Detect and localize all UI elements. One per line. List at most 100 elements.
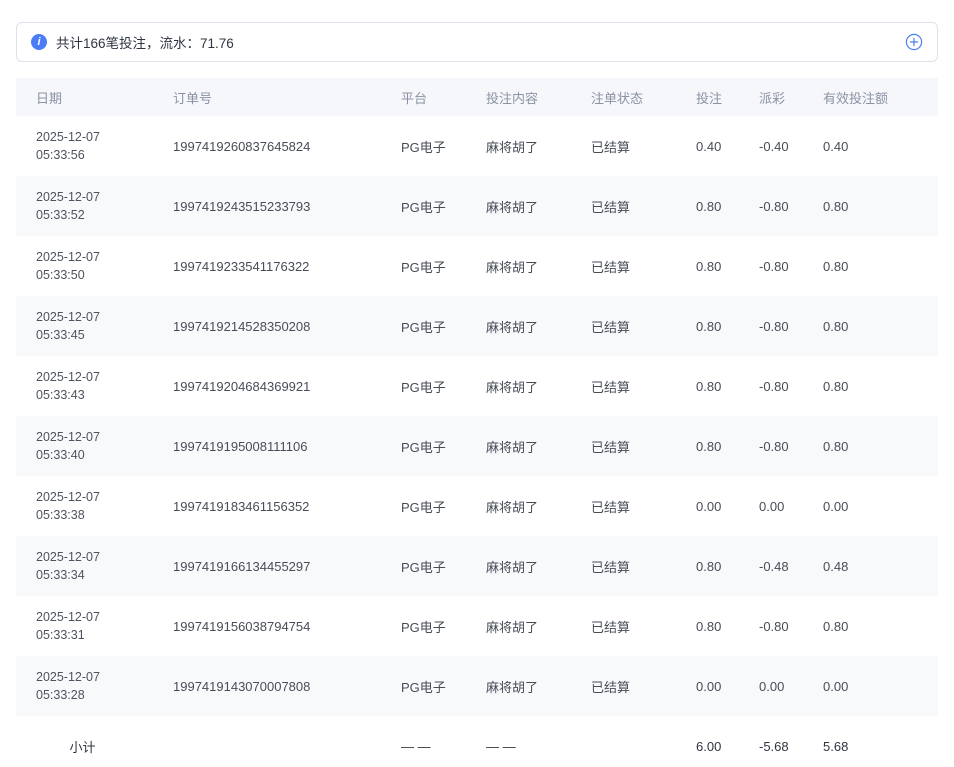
platform-name: PG电子	[381, 476, 466, 536]
subtotal-order-empty	[153, 716, 381, 767]
bet-date: 2025-12-07	[36, 548, 149, 566]
bet-datetime: 2025-12-07 05:33:34	[16, 536, 153, 596]
table-row: 2025-12-07 05:33:56 1997419260837645824 …	[16, 116, 938, 176]
table-row: 2025-12-07 05:33:50 1997419233541176322 …	[16, 236, 938, 296]
bet-time: 05:33:56	[36, 146, 149, 164]
subtotal-bet: 6.00	[676, 716, 739, 767]
table-row: 2025-12-07 05:33:38 1997419183461156352 …	[16, 476, 938, 536]
column-header-payout: 派彩	[739, 78, 803, 116]
valid-bet-amount: 0.40	[803, 116, 938, 176]
bet-content: 麻将胡了	[466, 356, 571, 416]
summary-text: 共计166笔投注，流水：71.76	[56, 32, 234, 52]
bet-date: 2025-12-07	[36, 188, 149, 206]
bet-date: 2025-12-07	[36, 248, 149, 266]
column-header-valid: 有效投注额	[803, 78, 938, 116]
table-row: 2025-12-07 05:33:31 1997419156038794754 …	[16, 596, 938, 656]
bet-content: 麻将胡了	[466, 296, 571, 356]
platform-name: PG电子	[381, 656, 466, 716]
table-row: 2025-12-07 05:33:45 1997419214528350208 …	[16, 296, 938, 356]
platform-name: PG电子	[381, 596, 466, 656]
platform-name: PG电子	[381, 176, 466, 236]
payout-amount: -0.80	[739, 176, 803, 236]
valid-bet-amount: 0.80	[803, 176, 938, 236]
bet-amount: 0.80	[676, 416, 739, 476]
valid-bet-amount: 0.80	[803, 596, 938, 656]
bet-date: 2025-12-07	[36, 128, 149, 146]
platform-name: PG电子	[381, 296, 466, 356]
order-number: 1997419156038794754	[153, 596, 381, 656]
subtotal-row: 小计 — — — — 6.00 -5.68 5.68	[16, 716, 938, 767]
table-row: 2025-12-07 05:33:40 1997419195008111106 …	[16, 416, 938, 476]
bet-content: 麻将胡了	[466, 596, 571, 656]
bet-amount: 0.00	[676, 476, 739, 536]
bet-content: 麻将胡了	[466, 416, 571, 476]
bet-datetime: 2025-12-07 05:33:28	[16, 656, 153, 716]
bet-time: 05:33:31	[36, 626, 149, 644]
payout-amount: 0.00	[739, 656, 803, 716]
bet-time: 05:33:50	[36, 266, 149, 284]
order-number: 1997419260837645824	[153, 116, 381, 176]
bet-status: 已结算	[571, 476, 676, 536]
bet-content: 麻将胡了	[466, 176, 571, 236]
bet-datetime: 2025-12-07 05:33:50	[16, 236, 153, 296]
bet-date: 2025-12-07	[36, 368, 149, 386]
bet-status: 已结算	[571, 296, 676, 356]
order-number: 1997419243515233793	[153, 176, 381, 236]
platform-name: PG电子	[381, 356, 466, 416]
valid-bet-amount: 0.80	[803, 416, 938, 476]
bet-content: 麻将胡了	[466, 656, 571, 716]
subtotal-label: 小计	[16, 716, 153, 767]
info-icon: i	[31, 34, 47, 50]
bet-amount: 0.80	[676, 176, 739, 236]
bet-datetime: 2025-12-07 05:33:56	[16, 116, 153, 176]
bet-date: 2025-12-07	[36, 668, 149, 686]
valid-bet-amount: 0.00	[803, 476, 938, 536]
subtotal-payout: -5.68	[739, 716, 803, 767]
order-number: 1997419166134455297	[153, 536, 381, 596]
column-header-order: 订单号	[153, 78, 381, 116]
column-header-status: 注单状态	[571, 78, 676, 116]
valid-bet-amount: 0.80	[803, 356, 938, 416]
column-header-content: 投注内容	[466, 78, 571, 116]
table-row: 2025-12-07 05:33:43 1997419204684369921 …	[16, 356, 938, 416]
bet-status: 已结算	[571, 176, 676, 236]
order-number: 1997419204684369921	[153, 356, 381, 416]
table-row: 2025-12-07 05:33:34 1997419166134455297 …	[16, 536, 938, 596]
valid-bet-amount: 0.00	[803, 656, 938, 716]
bet-time: 05:33:40	[36, 446, 149, 464]
bet-status: 已结算	[571, 536, 676, 596]
bet-status: 已结算	[571, 416, 676, 476]
order-number: 1997419214528350208	[153, 296, 381, 356]
order-number: 1997419183461156352	[153, 476, 381, 536]
platform-name: PG电子	[381, 536, 466, 596]
bet-amount: 0.80	[676, 356, 739, 416]
subtotal-valid: 5.68	[803, 716, 938, 767]
bet-datetime: 2025-12-07 05:33:31	[16, 596, 153, 656]
bet-datetime: 2025-12-07 05:33:38	[16, 476, 153, 536]
bet-time: 05:33:43	[36, 386, 149, 404]
summary-banner: i 共计166笔投注，流水：71.76	[16, 22, 938, 62]
payout-amount: -0.80	[739, 236, 803, 296]
bet-datetime: 2025-12-07 05:33:43	[16, 356, 153, 416]
platform-name: PG电子	[381, 116, 466, 176]
valid-bet-amount: 0.48	[803, 536, 938, 596]
table-row: 2025-12-07 05:33:28 1997419143070007808 …	[16, 656, 938, 716]
column-header-bet: 投注	[676, 78, 739, 116]
column-header-date: 日期	[16, 78, 153, 116]
payout-amount: 0.00	[739, 476, 803, 536]
table-footer: 小计 — — — — 6.00 -5.68 5.68	[16, 716, 938, 767]
betting-records-table: 日期 订单号 平台 投注内容 注单状态 投注 派彩 有效投注额 2025-12-…	[16, 78, 938, 767]
table-body: 2025-12-07 05:33:56 1997419260837645824 …	[16, 116, 938, 716]
bet-datetime: 2025-12-07 05:33:45	[16, 296, 153, 356]
payout-amount: -0.80	[739, 416, 803, 476]
bet-time: 05:33:28	[36, 686, 149, 704]
plus-circle-icon[interactable]	[905, 33, 923, 51]
bet-content: 麻将胡了	[466, 116, 571, 176]
payout-amount: -0.40	[739, 116, 803, 176]
valid-bet-amount: 0.80	[803, 296, 938, 356]
bet-content: 麻将胡了	[466, 476, 571, 536]
bet-status: 已结算	[571, 236, 676, 296]
column-header-platform: 平台	[381, 78, 466, 116]
valid-bet-amount: 0.80	[803, 236, 938, 296]
bet-date: 2025-12-07	[36, 428, 149, 446]
